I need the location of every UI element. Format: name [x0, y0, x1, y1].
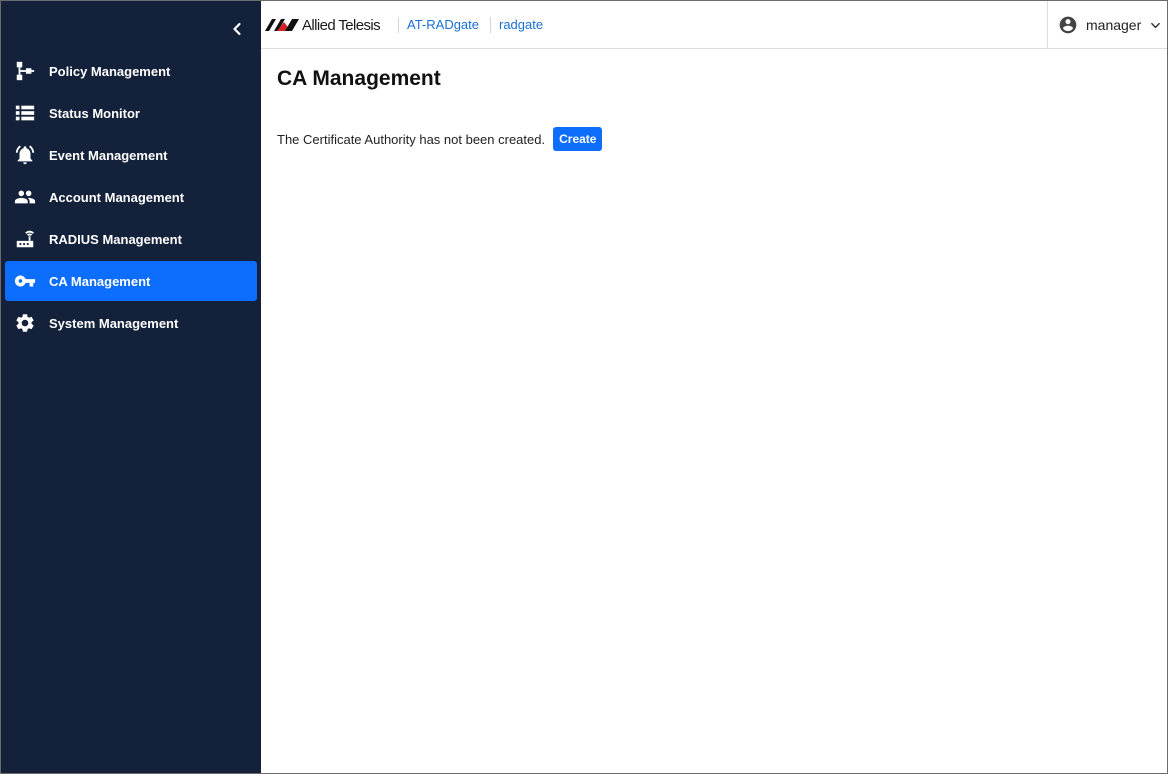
sidebar-item-label: Status Monitor — [49, 105, 140, 121]
logo-text: Allied Telesis — [302, 16, 381, 34]
user-name: manager — [1086, 17, 1142, 33]
chevron-left-icon — [233, 22, 241, 36]
sidebar-item-label: Event Management — [49, 147, 168, 163]
sidebar-item-label: RADIUS Management — [49, 231, 182, 247]
page-title: CA Management — [277, 67, 441, 90]
people-icon — [13, 185, 37, 209]
ca-status-row: The Certificate Authority has not been c… — [277, 127, 603, 151]
brand-mark-icon — [265, 19, 299, 31]
user-menu-button[interactable]: manager — [1047, 1, 1167, 49]
sidebar-item-radius-management[interactable]: RADIUS Management — [5, 219, 257, 259]
sidebar-item-event-management[interactable]: Event Management — [5, 135, 257, 175]
collapse-sidebar-button[interactable] — [225, 17, 249, 41]
sidebar-item-label: Policy Management — [49, 63, 171, 79]
policy-icon — [13, 59, 37, 83]
breadcrumb-device[interactable]: AT-RADgate — [398, 17, 479, 33]
sidebar-item-label: Account Management — [49, 189, 185, 205]
ca-status-text: The Certificate Authority has not been c… — [277, 131, 546, 147]
main-content: CA Management The Certificate Authority … — [277, 67, 603, 151]
sidebar-item-system-management[interactable]: System Management — [5, 303, 257, 343]
gear-icon — [13, 311, 37, 335]
sidebar: Policy Management Status Monitor Event M… — [1, 1, 261, 773]
sidebar-item-label: CA Management — [49, 273, 151, 289]
sidebar-nav: Policy Management Status Monitor Event M… — [5, 51, 257, 345]
sidebar-item-policy-management[interactable]: Policy Management — [5, 51, 257, 91]
top-header: Allied Telesis AT-RADgate radgate manage… — [261, 1, 1167, 49]
sidebar-item-label: System Management — [49, 315, 179, 331]
router-icon — [13, 227, 37, 251]
app-window: Policy Management Status Monitor Event M… — [0, 0, 1168, 774]
key-icon — [13, 269, 37, 293]
breadcrumb-host[interactable]: radgate — [490, 17, 543, 33]
sidebar-item-status-monitor[interactable]: Status Monitor — [5, 93, 257, 133]
allied-telesis-logo: Allied Telesis — [265, 15, 381, 35]
create-ca-button[interactable]: Create — [553, 127, 603, 151]
sidebar-item-ca-management[interactable]: CA Management — [5, 261, 257, 301]
bell-icon — [13, 143, 37, 167]
list-icon — [13, 101, 37, 125]
account-circle-icon — [1059, 16, 1077, 34]
chevron-down-icon — [1151, 22, 1161, 28]
sidebar-item-account-management[interactable]: Account Management — [5, 177, 257, 217]
